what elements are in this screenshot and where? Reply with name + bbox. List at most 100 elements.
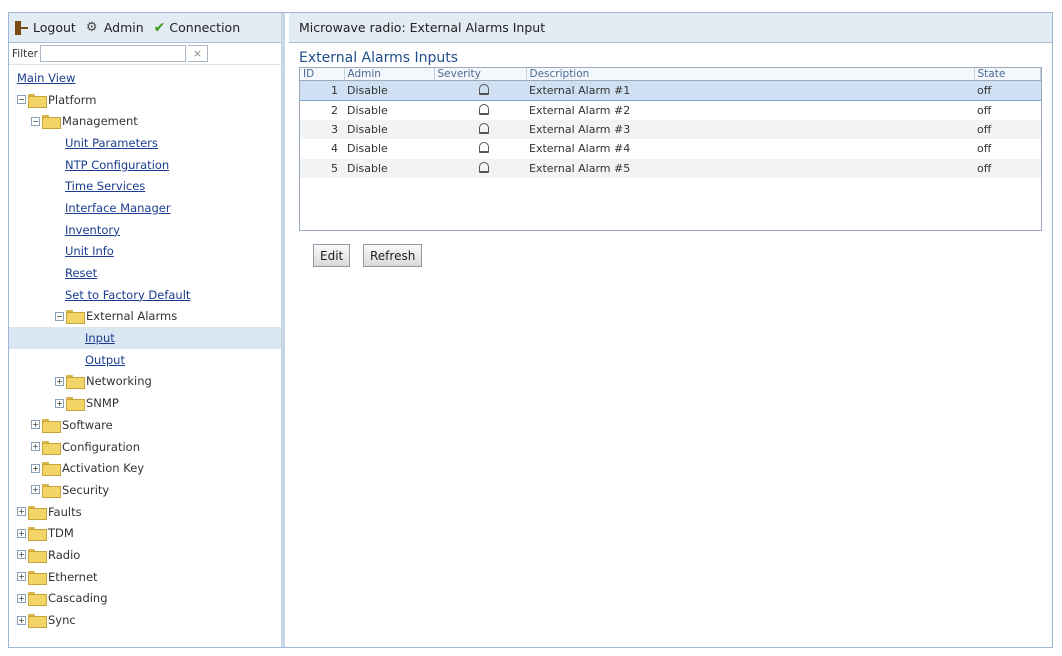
tree-item-output[interactable]: Output <box>9 349 281 371</box>
expand-icon[interactable]: + <box>17 550 26 560</box>
tree-item-sync[interactable]: + Sync <box>9 609 281 631</box>
tree-item-management[interactable]: − Management <box>9 110 281 132</box>
connection-button[interactable]: ✔ Connection <box>154 20 240 35</box>
tree-item-label: Software <box>62 417 113 432</box>
expand-icon[interactable]: + <box>17 572 26 582</box>
table-row[interactable]: 2 Disable External Alarm #2 off <box>300 100 1041 120</box>
tree-item-radio[interactable]: + Radio <box>9 544 281 566</box>
table-row[interactable]: 5 Disable External Alarm #5 off <box>300 158 1041 178</box>
tree-item-label: Faults <box>48 504 82 519</box>
expand-icon[interactable]: + <box>31 485 40 495</box>
tree-item-label: Main View <box>17 70 76 85</box>
cell-admin: Disable <box>344 139 434 159</box>
logout-icon <box>15 20 29 35</box>
bell-icon <box>477 161 489 173</box>
tree-item-security[interactable]: + Security <box>9 479 281 501</box>
folder-icon <box>28 592 47 607</box>
tree-item-label: Platform <box>48 92 97 107</box>
collapse-icon[interactable]: − <box>55 311 64 321</box>
admin-user-icon: ⚙ <box>85 19 98 35</box>
tree-item-label: Security <box>62 482 110 497</box>
folder-icon <box>42 115 61 130</box>
tree-item-set-factory-default[interactable]: Set to Factory Default <box>9 284 281 306</box>
tree-item-interface-manager[interactable]: Interface Manager <box>9 197 281 219</box>
cell-severity <box>434 158 526 178</box>
expand-icon[interactable]: + <box>31 420 40 430</box>
tree-item-ntp-configuration[interactable]: NTP Configuration <box>9 154 281 176</box>
expand-icon[interactable]: + <box>31 463 40 473</box>
tree-item-activation-key[interactable]: + Activation Key <box>9 457 281 479</box>
cell-admin: Disable <box>344 119 434 139</box>
cell-admin: Disable <box>344 80 434 101</box>
expand-icon[interactable]: + <box>55 376 64 386</box>
tree-item-configuration[interactable]: + Configuration <box>9 436 281 458</box>
page-title: Microwave radio: External Alarms Input <box>299 20 546 35</box>
filter-input[interactable] <box>40 45 186 62</box>
tree-item-label: External Alarms <box>86 309 178 324</box>
tree-item-inventory[interactable]: Inventory <box>9 219 281 241</box>
table-row[interactable]: 3 Disable External Alarm #3 off <box>300 119 1041 139</box>
edit-button[interactable]: Edit <box>313 244 351 267</box>
column-header-state[interactable]: State <box>974 68 1041 81</box>
expand-icon[interactable]: + <box>31 442 40 452</box>
tree-item-label: Time Services <box>65 179 146 194</box>
cell-description: External Alarm #5 <box>526 158 974 178</box>
cell-severity <box>434 100 526 120</box>
tree-item-label: NTP Configuration <box>65 157 170 172</box>
tree-item-networking[interactable]: + Networking <box>9 371 281 393</box>
logout-button[interactable]: Logout <box>15 20 76 35</box>
tree-item-faults[interactable]: + Faults <box>9 501 281 523</box>
tree-item-unit-info[interactable]: Unit Info <box>9 241 281 263</box>
bell-icon <box>477 141 489 154</box>
tree-item-main-view[interactable]: Main View <box>9 67 281 89</box>
expand-icon[interactable]: + <box>17 528 26 538</box>
tree-item-snmp[interactable]: + SNMP <box>9 392 281 414</box>
collapse-icon[interactable]: − <box>17 95 26 105</box>
tree-item-label: Radio <box>48 547 81 562</box>
tree-item-reset[interactable]: Reset <box>9 262 281 284</box>
filter-clear-button[interactable]: × <box>188 45 208 62</box>
column-header-admin[interactable]: Admin <box>344 68 435 81</box>
expand-icon[interactable]: + <box>17 507 26 517</box>
collapse-icon[interactable]: − <box>31 116 40 126</box>
expand-icon[interactable]: + <box>17 615 26 625</box>
column-header-description[interactable]: Description <box>526 68 975 81</box>
tree-item-cascading[interactable]: + Cascading <box>9 588 281 610</box>
tree-item-external-alarms[interactable]: − External Alarms <box>9 306 281 328</box>
admin-button[interactable]: ⚙ Admin <box>86 20 144 35</box>
cell-id: 4 <box>300 139 344 159</box>
tree-item-platform[interactable]: − Platform <box>9 89 281 111</box>
tree-item-tdm[interactable]: + TDM <box>9 522 281 544</box>
cell-description: External Alarm #4 <box>526 139 974 159</box>
folder-icon <box>28 570 47 585</box>
folder-icon <box>28 527 47 542</box>
tree-item-label: Configuration <box>62 439 140 454</box>
cell-description: External Alarm #3 <box>526 119 974 139</box>
expand-icon[interactable]: + <box>55 398 64 408</box>
tree-item-software[interactable]: + Software <box>9 414 281 436</box>
table-row[interactable]: 1 Disable External Alarm #1 off <box>300 80 1041 101</box>
bell-icon <box>477 103 489 115</box>
tree-item-input[interactable]: Input <box>9 327 281 349</box>
cell-admin: Disable <box>344 100 434 120</box>
folder-icon <box>66 310 85 325</box>
column-header-severity[interactable]: Severity <box>434 68 527 81</box>
cell-state: off <box>974 100 1041 120</box>
tree-item-label: Reset <box>65 266 98 281</box>
tree-item-time-services[interactable]: Time Services <box>9 175 281 197</box>
app-window: Logout ⚙ Admin ✔ Connection Filter × Mai… <box>8 12 1053 648</box>
cell-severity <box>434 119 526 139</box>
expand-icon[interactable]: + <box>17 593 26 603</box>
folder-icon <box>42 462 61 477</box>
navigation-panel: Logout ⚙ Admin ✔ Connection Filter × Mai… <box>9 13 285 647</box>
tree-item-ethernet[interactable]: + Ethernet <box>9 566 281 588</box>
tree-item-label: SNMP <box>86 396 119 411</box>
folder-icon <box>42 418 61 433</box>
refresh-button[interactable]: Refresh <box>363 244 423 267</box>
logout-label: Logout <box>33 20 76 35</box>
tree-item-unit-parameters[interactable]: Unit Parameters <box>9 132 281 154</box>
connection-label: Connection <box>169 20 241 35</box>
column-header-id[interactable]: ID <box>300 68 345 81</box>
tree-item-label: Inventory <box>65 222 120 237</box>
table-row[interactable]: 4 Disable External Alarm #4 off <box>300 139 1041 159</box>
